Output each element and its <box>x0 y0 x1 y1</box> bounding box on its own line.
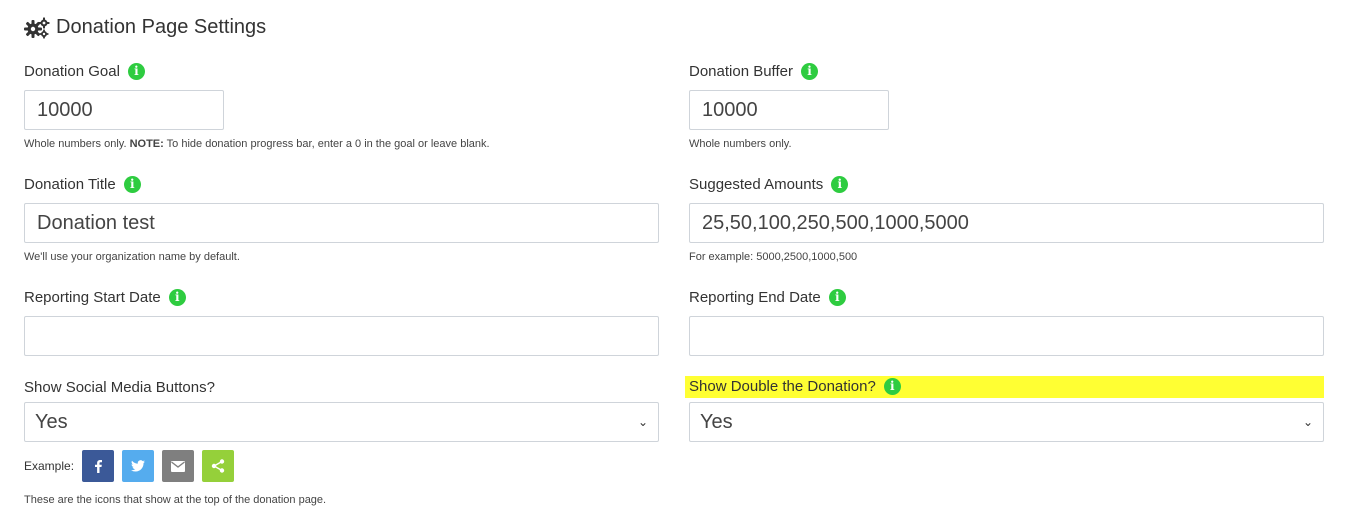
email-icon <box>162 450 195 482</box>
social-example-row: Example: <box>24 450 235 482</box>
donation-buffer-label: Donation Buffer <box>689 62 793 80</box>
donation-buffer-help: Whole numbers only. <box>689 138 792 150</box>
reporting-end-group: Reporting End Date i <box>689 286 1324 356</box>
chevron-down-icon: ⌄ <box>637 415 648 429</box>
donation-title-group: Donation Title i Donation test We'll use… <box>24 173 659 263</box>
donation-goal-value: 10000 <box>37 98 93 121</box>
highlighted-label: Show Double the Donation? i <box>685 376 1324 398</box>
suggested-amounts-value: 25,50,100,250,500,1000,5000 <box>702 211 969 234</box>
help-text: To hide donation progress bar, enter a 0… <box>163 138 490 150</box>
info-icon[interactable]: i <box>127 62 145 80</box>
donation-goal-label: Donation Goal <box>24 62 120 80</box>
donation-goal-input[interactable]: 10000 <box>24 90 224 130</box>
double-donation-label: Show Double the Donation? <box>689 377 876 395</box>
suggested-amounts-input[interactable]: 25,50,100,250,500,1000,5000 <box>689 203 1324 243</box>
share-icon <box>202 450 235 482</box>
suggested-amounts-help: For example: 5000,2500,1000,500 <box>689 251 858 263</box>
info-icon[interactable]: i <box>831 175 849 193</box>
social-buttons-group: Show Social Media Buttons? Yes ⌄ <box>24 376 659 442</box>
donation-buffer-group: Donation Buffer i 10000 Whole numbers on… <box>689 60 889 150</box>
donation-goal-help: Whole numbers only. NOTE: To hide donati… <box>24 138 490 150</box>
chevron-down-icon: ⌄ <box>1302 415 1313 429</box>
help-text: Whole numbers only. <box>24 138 130 150</box>
reporting-end-label: Reporting End Date <box>689 288 821 306</box>
example-help: These are the icons that show at the top… <box>24 494 327 506</box>
reporting-start-input[interactable] <box>24 316 659 356</box>
example-label: Example: <box>24 459 75 473</box>
info-icon[interactable]: i <box>800 62 818 80</box>
donation-title-input[interactable]: Donation test <box>24 203 659 243</box>
suggested-amounts-label: Suggested Amounts <box>689 175 824 193</box>
reporting-start-label: Reporting Start Date <box>24 288 161 306</box>
social-buttons-select[interactable]: Yes ⌄ <box>24 402 659 442</box>
page-title: Donation Page Settings <box>56 16 267 38</box>
donation-buffer-input[interactable]: 10000 <box>689 90 889 130</box>
info-icon[interactable]: i <box>168 288 186 306</box>
info-icon[interactable]: i <box>123 175 141 193</box>
double-donation-select[interactable]: Yes ⌄ <box>689 402 1324 442</box>
gears-icon <box>24 17 50 39</box>
donation-buffer-value: 10000 <box>702 98 758 121</box>
double-donation-group: Show Double the Donation? i Yes ⌄ <box>685 376 1324 442</box>
section-header: Donation Page Settings <box>24 16 266 39</box>
social-buttons-label: Show Social Media Buttons? <box>24 378 215 396</box>
twitter-icon <box>122 450 155 482</box>
donation-title-label: Donation Title <box>24 175 116 193</box>
reporting-start-group: Reporting Start Date i <box>24 286 659 356</box>
reporting-end-input[interactable] <box>689 316 1324 356</box>
double-donation-selected: Yes <box>700 410 733 433</box>
help-note: NOTE: <box>129 138 164 150</box>
donation-goal-group: Donation Goal i 10000 Whole numbers only… <box>24 60 490 150</box>
donation-title-help: We'll use your organization name by defa… <box>24 251 240 263</box>
info-icon[interactable]: i <box>828 288 846 306</box>
facebook-icon <box>82 450 115 482</box>
suggested-amounts-group: Suggested Amounts i 25,50,100,250,500,10… <box>689 173 1324 263</box>
donation-title-value: Donation test <box>37 211 155 234</box>
info-icon[interactable]: i <box>883 377 901 395</box>
social-buttons-selected: Yes <box>35 410 68 433</box>
